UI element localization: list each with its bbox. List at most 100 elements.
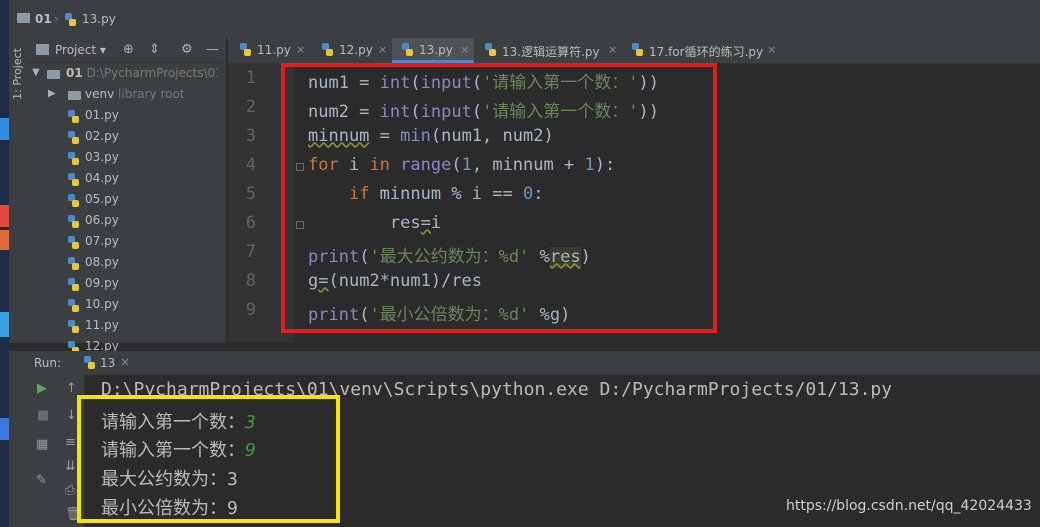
folder-icon <box>47 70 60 79</box>
minimize-icon[interactable]: — <box>206 42 219 57</box>
python-file-icon <box>68 173 79 186</box>
yellow-highlight-box <box>77 395 340 523</box>
gear-icon[interactable]: ⚙ <box>181 42 193 57</box>
breadcrumb-file[interactable]: 13.py <box>82 12 116 26</box>
tab-17-for-loop[interactable]: 17.for循环的练习.py × <box>622 38 782 63</box>
project-side-tab[interactable]: 1: Project <box>11 48 24 100</box>
editor-tabs: 11.py × 12.py × 13.py × 13.逻辑运算符.py × 17… <box>228 38 1040 64</box>
tab-label: 13.逻辑运算符.py <box>502 45 600 59</box>
python-file-icon <box>632 43 643 56</box>
tree-file-item[interactable]: 03.py <box>28 148 226 169</box>
run-tool-header: Run: 13 × <box>28 351 1040 376</box>
tree-file-label: 08.py <box>85 255 119 269</box>
tree-file-item[interactable]: 06.py <box>28 211 226 232</box>
tree-file-label: 04.py <box>85 171 119 185</box>
python-file-icon <box>68 110 79 123</box>
python-file-icon <box>68 236 79 249</box>
tree-file-label: 02.py <box>85 129 119 143</box>
soft-wrap-icon[interactable]: ≡ <box>65 435 76 450</box>
left-tool-strip: 1: Project <box>9 38 29 343</box>
tree-file-item[interactable]: 11.py <box>28 316 226 337</box>
tree-file-label: 06.py <box>85 213 119 227</box>
run-toolbar: ▶ ■ ▦ ✎ <box>28 375 59 527</box>
line-number: 7 <box>245 242 256 262</box>
run-config-tab[interactable]: 13 <box>100 356 115 370</box>
project-view-icon <box>36 44 49 55</box>
scroll-down-icon[interactable]: ↓ <box>66 408 77 423</box>
tree-file-label: 10.py <box>85 297 119 311</box>
close-icon[interactable]: × <box>378 43 387 56</box>
locate-icon[interactable]: ⊕ <box>123 42 134 57</box>
tree-file-item[interactable]: 08.py <box>28 253 226 274</box>
line-number: 1 <box>245 68 256 88</box>
python-file-icon <box>68 299 79 312</box>
collapse-icon[interactable]: ⇕ <box>149 42 160 57</box>
pin-icon[interactable]: ✎ <box>36 473 47 488</box>
scroll-end-icon[interactable]: ⇊ <box>65 459 76 474</box>
tree-root[interactable]: ▼ 01 D:\PycharmProjects\01 <box>28 64 226 85</box>
project-panel: Project ▾ ⊕ ⇕ ⚙ — ▼ 01 D:\PycharmProject… <box>28 38 226 354</box>
collapsed-arrow-icon[interactable]: ▶ <box>48 88 56 99</box>
tab-11-py[interactable]: 11.py × <box>230 38 310 63</box>
tree-file-item[interactable]: 01.py <box>28 106 226 127</box>
project-view-label: Project <box>55 43 97 57</box>
close-icon[interactable]: × <box>296 43 305 56</box>
tab-label: 12.py <box>339 43 373 57</box>
folder-icon <box>17 13 30 23</box>
tab-12-py[interactable]: 12.py × <box>312 38 392 63</box>
python-file-icon <box>322 43 333 56</box>
python-file-icon <box>68 320 79 333</box>
python-file-icon <box>240 43 251 56</box>
breadcrumb-folder[interactable]: 01 <box>35 12 52 26</box>
line-number: 3 <box>245 126 256 146</box>
breadcrumb-separator: › <box>54 12 59 26</box>
tree-file-item[interactable]: 09.py <box>28 274 226 295</box>
run-label: Run: <box>34 356 62 370</box>
folder-icon <box>68 91 81 100</box>
python-file-icon <box>68 194 79 207</box>
print-icon[interactable]: ⎙ <box>65 483 75 498</box>
python-file-icon <box>68 152 79 165</box>
desktop-edge <box>0 0 9 527</box>
stop-icon[interactable]: ■ <box>37 408 49 423</box>
project-scrollbar[interactable] <box>218 62 226 342</box>
tree-file-label: 03.py <box>85 150 119 164</box>
tree-file-item[interactable]: 04.py <box>28 169 226 190</box>
rerun-icon[interactable]: ▶ <box>37 381 47 396</box>
tree-file-item[interactable]: 02.py <box>28 127 226 148</box>
tree-file-label: 11.py <box>85 318 119 332</box>
line-number: 2 <box>245 97 256 117</box>
tree-file-label: 07.py <box>85 234 119 248</box>
scroll-up-icon[interactable]: ↑ <box>66 381 77 396</box>
tree-venv-label: venv library root <box>85 87 185 101</box>
close-icon[interactable]: × <box>460 43 469 56</box>
tree-file-item[interactable]: 05.py <box>28 190 226 211</box>
tree-venv[interactable]: ▶ venv library root <box>28 85 226 106</box>
expand-arrow-icon[interactable]: ▼ <box>32 67 40 78</box>
tree-file-item[interactable]: 10.py <box>28 295 226 316</box>
python-run-icon <box>84 356 95 369</box>
close-icon[interactable]: × <box>767 43 776 56</box>
tree-file-label: 09.py <box>85 276 119 290</box>
tab-label: 17.for循环的练习.py <box>649 45 764 59</box>
project-view-selector[interactable]: Project ▾ <box>55 43 106 57</box>
tree-file-label: 01.py <box>85 108 119 122</box>
run-side-strip <box>9 351 28 527</box>
navigation-bar: 01 › 13.py <box>9 0 1040 39</box>
python-file-icon <box>68 131 79 144</box>
project-tree: ▼ 01 D:\PycharmProjects\01 ▶ venv librar… <box>28 64 226 358</box>
close-icon[interactable]: × <box>120 355 130 369</box>
tab-13-logic-ops[interactable]: 13.逻辑运算符.py × <box>475 38 622 63</box>
python-file-icon <box>485 43 496 56</box>
line-number: 5 <box>245 184 256 204</box>
project-panel-header: Project ▾ ⊕ ⇕ ⚙ — <box>28 38 226 63</box>
line-number: 6 <box>245 213 256 233</box>
python-file-icon <box>68 215 79 228</box>
tree-file-label: 05.py <box>85 192 119 206</box>
tree-file-item[interactable]: 07.py <box>28 232 226 253</box>
close-icon[interactable]: × <box>608 43 617 56</box>
layout-icon[interactable]: ▦ <box>36 437 48 452</box>
python-file-icon <box>68 278 79 291</box>
tab-13-py[interactable]: 13.py × <box>392 38 474 63</box>
python-file-icon <box>68 257 79 270</box>
